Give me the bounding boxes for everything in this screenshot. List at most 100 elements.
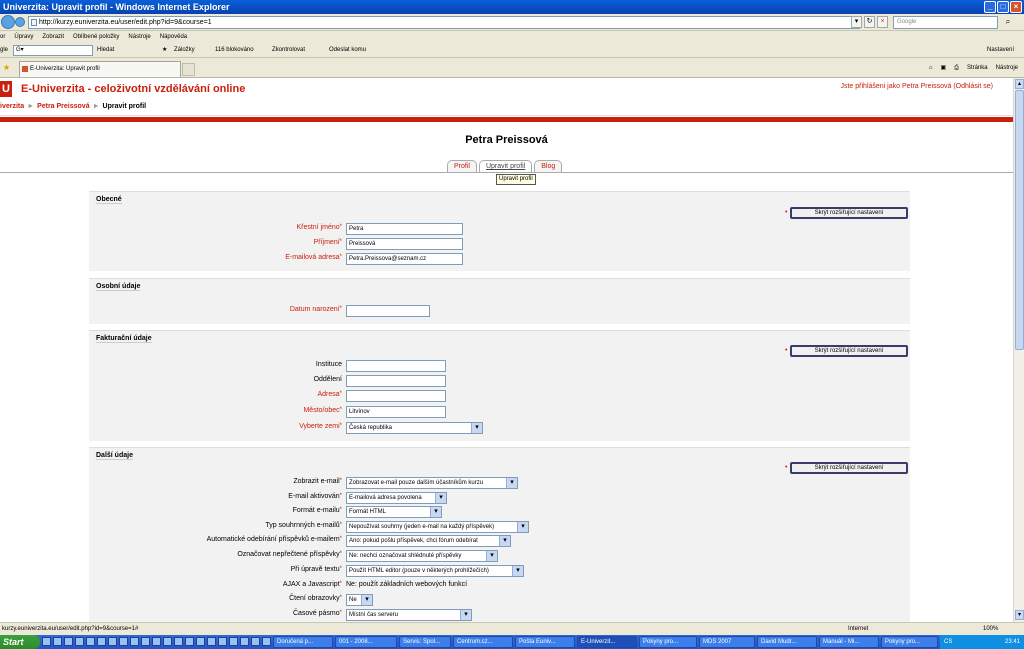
menu-item-edit[interactable]: Úpravy	[14, 32, 33, 43]
quick-launch-icon[interactable]	[163, 637, 172, 646]
breadcrumb-home[interactable]: iverzita	[0, 103, 24, 110]
quick-launch-icon[interactable]	[53, 637, 62, 646]
send-to-button[interactable]: Odeslat komu	[329, 43, 366, 58]
city-input[interactable]: Litvínov	[346, 406, 446, 418]
department-input[interactable]	[346, 375, 446, 387]
stop-icon[interactable]: ×	[877, 16, 888, 28]
menu-item[interactable]: or	[0, 32, 5, 43]
minimize-button[interactable]: _	[984, 1, 996, 13]
quick-launch-icon[interactable]	[97, 637, 106, 646]
taskbar-item[interactable]: Pokyny pro...	[881, 636, 938, 648]
hide-advanced-button[interactable]: Skrýt rozšiřující nastavení	[785, 345, 908, 357]
taskbar-item[interactable]: Servis: Spol...	[399, 636, 451, 648]
refresh-icon[interactable]: ↻	[864, 16, 875, 28]
taskbar-item[interactable]: Centrum.cz...	[453, 636, 513, 648]
language-indicator[interactable]: CS	[944, 639, 952, 645]
taskbar-item[interactable]: MDS 2007	[699, 636, 755, 648]
quick-launch-icon[interactable]	[64, 637, 73, 646]
hide-advanced-button[interactable]: Skrýt rozšiřující nastavení	[785, 207, 908, 219]
quick-launch-icon[interactable]	[141, 637, 150, 646]
taskbar-item[interactable]: Pošta Euniv...	[515, 636, 575, 648]
email-field[interactable]: Petra.Preissova@seznam.cz	[346, 253, 463, 265]
scroll-up-icon[interactable]: ▴	[1015, 79, 1024, 89]
taskbar-item[interactable]: 001 - 2008...	[335, 636, 397, 648]
page-menu[interactable]: Stránka	[967, 62, 988, 74]
site-logo[interactable]: U	[0, 81, 12, 97]
menu-item-favorites[interactable]: Oblíbené položky	[73, 32, 119, 43]
emailstop-select[interactable]: E-mailová adresa povolena	[346, 492, 447, 504]
search-input[interactable]: Google	[893, 16, 998, 29]
clock[interactable]: 23:41	[1005, 635, 1020, 649]
quick-launch-icon[interactable]	[240, 637, 249, 646]
address-input[interactable]	[346, 390, 446, 402]
popup-blocker-button[interactable]: 116 blokováno	[215, 43, 254, 58]
settings-button[interactable]: Nastavení	[987, 43, 1014, 58]
country-select[interactable]: Česká republika	[346, 422, 483, 434]
quick-launch-icon[interactable]	[262, 637, 271, 646]
close-button[interactable]: ×	[1010, 1, 1022, 13]
scroll-down-icon[interactable]: ▾	[1015, 610, 1024, 620]
hide-advanced-button[interactable]: Skrýt rozšiřující nastavení	[785, 462, 908, 474]
quick-launch-icon[interactable]	[251, 637, 260, 646]
print-icon[interactable]: ⎙	[954, 62, 959, 74]
browser-tab[interactable]: E-Univerzita: Upravit profil	[19, 61, 181, 77]
timezone-select[interactable]: Místní čas serveru	[346, 609, 472, 621]
home-icon[interactable]: ⌂	[929, 62, 933, 74]
htmleditor-select[interactable]: Použít HTML editor (pouze v některých pr…	[346, 565, 524, 577]
quick-launch-icon[interactable]	[42, 637, 51, 646]
bookmarks-button[interactable]: Záložky	[174, 43, 195, 58]
tools-menu[interactable]: Nástroje	[996, 62, 1018, 74]
maildisplay-select[interactable]: Zobrazovat e-mail pouze dalším účastníků…	[346, 477, 518, 489]
tab-blog[interactable]: Blog	[534, 160, 563, 172]
zoom-level[interactable]: 100%	[983, 623, 998, 635]
start-button[interactable]: Start	[0, 635, 40, 649]
mailformat-select[interactable]: Formát HTML	[346, 506, 442, 518]
menu-item-help[interactable]: Nápověda	[160, 32, 187, 43]
new-tab-button[interactable]	[182, 63, 195, 76]
feeds-icon[interactable]: ▣	[940, 62, 946, 74]
taskbar-item-active[interactable]: E-Univerzit...	[577, 636, 637, 648]
quick-launch-icon[interactable]	[86, 637, 95, 646]
google-search-button[interactable]: Hledat	[97, 43, 114, 58]
taskbar-item[interactable]: Doručená p...	[273, 636, 333, 648]
favorites-star-icon[interactable]: ★	[3, 63, 10, 72]
maximize-button[interactable]: □	[997, 1, 1009, 13]
trackforums-select[interactable]: Ne: nechci označovat shlédnuté příspěvky	[346, 550, 498, 562]
taskbar-item[interactable]: Manuál - Mi...	[819, 636, 879, 648]
taskbar-item[interactable]: Pokyny pro...	[639, 636, 697, 648]
quick-launch-icon[interactable]	[185, 637, 194, 646]
taskbar-item[interactable]: David Mudr...	[757, 636, 817, 648]
quick-launch-icon[interactable]	[229, 637, 238, 646]
menu-item-tools[interactable]: Nástroje	[128, 32, 150, 43]
screenreader-select[interactable]: Ne	[346, 594, 373, 606]
login-info[interactable]: Jste přihlášeni jako Petra Preissová (Od…	[840, 83, 993, 90]
search-icon[interactable]: ⌕	[1001, 16, 1015, 28]
quick-launch-icon[interactable]	[130, 637, 139, 646]
quick-launch-icon[interactable]	[108, 637, 117, 646]
spellcheck-button[interactable]: Zkontrolovat	[272, 43, 305, 58]
quick-launch-icon[interactable]	[218, 637, 227, 646]
address-bar[interactable]: http://kurzy.euniverzita.eu/user/edit.ph…	[28, 16, 860, 29]
tab-edit-profile[interactable]: Upravit profil	[478, 160, 533, 172]
scrollbar-thumb[interactable]	[1015, 90, 1024, 350]
quick-launch-icon[interactable]	[196, 637, 205, 646]
quick-launch-icon[interactable]	[207, 637, 216, 646]
quick-launch-icon[interactable]	[174, 637, 183, 646]
institution-input[interactable]	[346, 360, 446, 372]
forward-button[interactable]	[15, 17, 25, 27]
google-search-input[interactable]: G▾	[13, 45, 93, 56]
lastname-input[interactable]: Preissová	[346, 238, 463, 250]
address-dropdown-icon[interactable]: ▾	[851, 16, 862, 28]
back-button[interactable]	[1, 15, 15, 29]
tab-profile[interactable]: Profil	[447, 160, 477, 172]
breadcrumb-user[interactable]: Petra Preissová	[37, 103, 90, 110]
vertical-scrollbar[interactable]: ▴ ▾	[1013, 78, 1024, 622]
birthdate-input[interactable]	[346, 305, 430, 317]
quick-launch-icon[interactable]	[152, 637, 161, 646]
menu-item-view[interactable]: Zobrazit	[42, 32, 64, 43]
quick-launch-icon[interactable]	[75, 637, 84, 646]
maildigest-select[interactable]: Nepoužívat souhrny (jeden e-mail na každ…	[346, 521, 529, 533]
quick-launch-icon[interactable]	[119, 637, 128, 646]
firstname-input[interactable]: Petra	[346, 223, 463, 235]
autosubscribe-select[interactable]: Ano: pokud pošlu příspěvek, chci fórum o…	[346, 535, 511, 547]
